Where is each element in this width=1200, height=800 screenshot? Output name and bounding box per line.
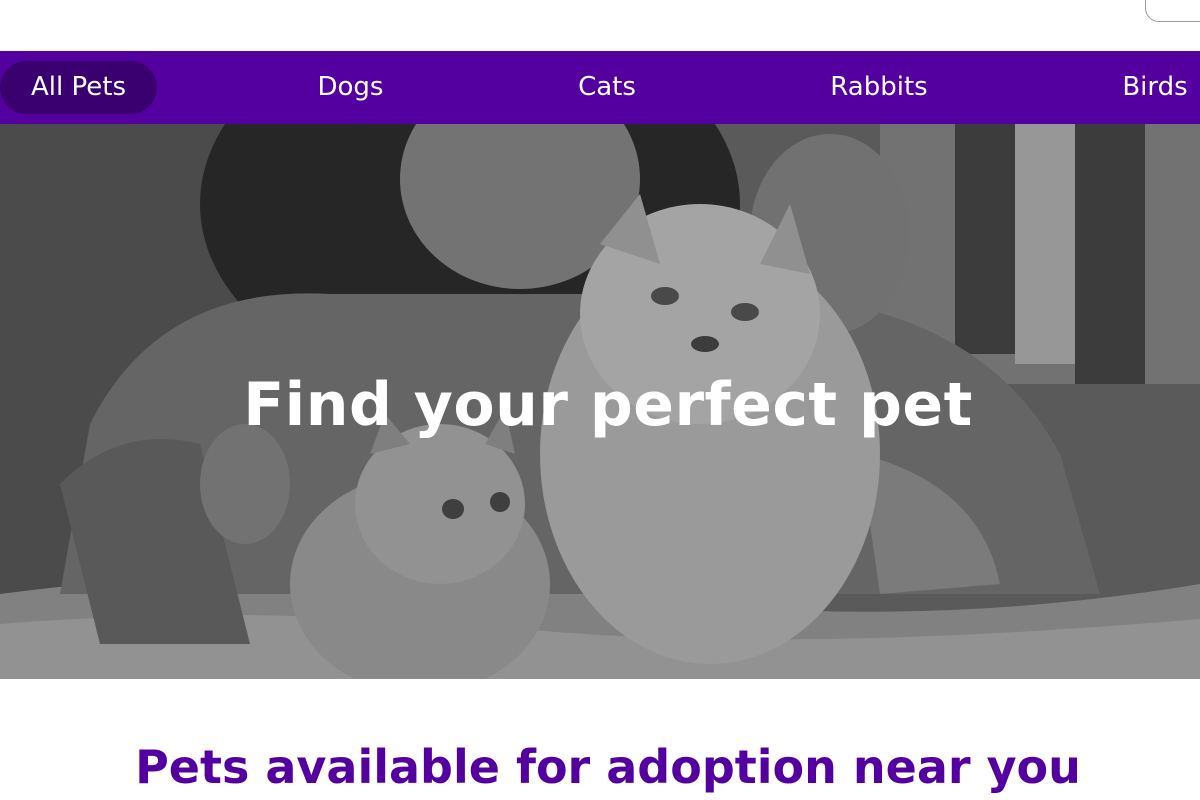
nav-item-dogs[interactable]: Dogs [300, 61, 401, 114]
page: All Pets Dogs Cats Rabbits Birds Find yo… [0, 0, 1200, 800]
pet-category-nav: All Pets Dogs Cats Rabbits Birds [0, 51, 1200, 124]
header-search-box[interactable] [1145, 0, 1200, 22]
nav-item-birds[interactable]: Birds [1108, 61, 1200, 114]
hero-banner: Find your perfect pet [0, 124, 1200, 679]
hero-title: Find your perfect pet [243, 370, 973, 440]
section-title: Pets available for adoption near you [135, 740, 1081, 794]
nav-item-all-pets[interactable]: All Pets [0, 61, 157, 114]
nav-item-rabbits[interactable]: Rabbits [818, 61, 940, 114]
top-header [0, 0, 1200, 51]
nav-item-cats[interactable]: Cats [565, 61, 649, 114]
